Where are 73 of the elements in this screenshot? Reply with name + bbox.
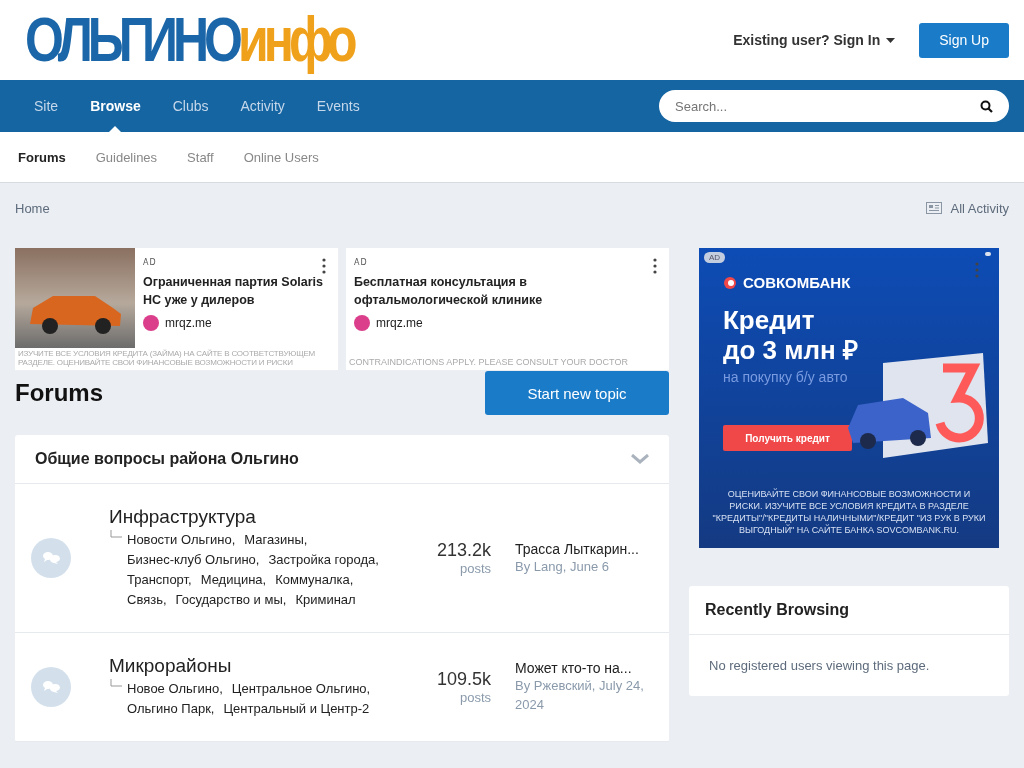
caret-icon [886, 37, 896, 43]
ad-subline: на покупку б/у авто [723, 369, 849, 385]
subforum-link[interactable]: Криминал [295, 590, 356, 610]
ad-domain: mrqz.me [165, 316, 212, 330]
forum-icon [31, 667, 71, 707]
site-logo[interactable]: ОЛЬГИНОинфо [25, 3, 353, 77]
forum-icon [31, 538, 71, 578]
bank-ad-banner[interactable] [699, 248, 999, 548]
ad-fine-print: ОЦЕНИВАЙТЕ СВОИ ФИНАНСОВЫЕ ВОЗМОЖНОСТИ И РИСКИ. ИЗУЧИТЕ ВСЕ УСЛОВИЯ КРЕДИТА В РАЗДЕЛЕ "КРЕДИТЫ"/"КРЕДИТЫ НАЛИЧНЫМИ"/КРЕДИТ "ИЗ РУК В РУКИ ВЫГОДНЫЙ" НА САЙТЕ БАНКА SOVCOMBANK.RU. [711, 488, 987, 536]
advertiser-logo-icon [354, 315, 370, 331]
newspaper-icon [926, 202, 943, 214]
empty-message: No registered users viewing this page. [708, 657, 931, 675]
sub-nav-tab[interactable]: Online Users [228, 149, 334, 165]
post-count: 109.5k [435, 669, 491, 690]
post-count: 213.2k [435, 540, 491, 561]
subforum-link[interactable]: Бизнес-клуб Ольгино, [127, 550, 260, 570]
more-options-icon[interactable] [653, 258, 657, 274]
ad-card[interactable]: AD Бесплатная консультация в офтальмологической клинике mrqz.me CONTRAINDICATIONS APPLY. PLEASE CONSULT YOUR DOCTOR [346, 248, 669, 370]
ad-title[interactable]: Ограниченная партия Solaris HC уже у дилеров [143, 273, 330, 309]
forum-title[interactable]: Микрорайоны [109, 655, 401, 677]
subforum-link[interactable]: Транспорт, [127, 570, 192, 590]
sub-nav-tab[interactable]: Staff [172, 149, 229, 165]
subforum-link[interactable]: Магазины, [244, 530, 308, 550]
page-title: Forums [15, 379, 103, 407]
ad-label: AD [704, 252, 726, 263]
post-count-label: posts [458, 561, 491, 576]
subforum-link[interactable]: Коммуналка, [275, 570, 354, 590]
bank-name: СОВКОМБАНК [743, 274, 851, 291]
subforum-link[interactable]: Ольгино Парк, [127, 699, 215, 719]
subforum-link[interactable]: Медицина, [200, 570, 267, 590]
sub-nav-tab[interactable]: Guidelines [80, 149, 173, 165]
subforum-link[interactable]: Застройка города, [268, 550, 379, 570]
sub-nav-tab[interactable]: Forums [3, 149, 81, 165]
ad-domain: mrqz.me [376, 316, 423, 330]
subforum-link[interactable]: Центральный и Центр-2 [223, 699, 370, 719]
last-post-author: By Ржевский, July 24, 2024 [515, 677, 645, 714]
ad-label: AD [354, 258, 368, 267]
sign-up-button[interactable]: Sign Up [919, 22, 1009, 58]
bank-logo-icon [723, 275, 737, 290]
last-post-title[interactable]: Может кто-то на... [515, 660, 655, 676]
subforum-link[interactable]: Центральное Ольгино, [231, 679, 371, 699]
subforum-link[interactable]: Связь, [127, 590, 167, 610]
ad-disclaimer: CONTRAINDICATIONS APPLY. PLEASE CONSULT YOUR DOCTOR [348, 356, 629, 369]
ad-card[interactable]: AD Ограниченная партия Solaris HC уже у дилеров mrqz.me ИЗУЧИТЕ ВСЕ УСЛОВИЯ КРЕДИТА (ЗАЙМА) НА САЙТЕ В СООТВЕТСТВУЮЩЕМ РАЗДЕЛЕ. ОЦЕНИВАЙТЕ СВОИ ФИНАНСОВЫЕ ВОЗМОЖНОСТИ И РИСКИ [15, 248, 338, 370]
tree-branch-icon [109, 679, 123, 689]
ad-title[interactable]: Бесплатная консультация в офтальмологической клинике [354, 273, 661, 309]
tree-branch-icon [109, 530, 123, 540]
sign-in-button[interactable]: Existing user? Sign In [727, 31, 902, 49]
nav-tab[interactable]: Site [18, 80, 75, 132]
last-post-author: By Lang, June 6 [515, 557, 610, 576]
category-title[interactable]: Общие вопросы района Ольгино [35, 450, 299, 468]
search-field[interactable]: Search... [659, 90, 1009, 122]
card-title: Recently Browsing [705, 601, 850, 619]
search-icon[interactable] [980, 100, 993, 113]
last-post-title[interactable]: Трасса Лыткарин... [515, 540, 655, 557]
nav-tab[interactable]: Activity [224, 80, 301, 132]
breadcrumb-link[interactable]: Home [15, 200, 50, 216]
subforum-link[interactable]: Новости Ольгино, [127, 530, 236, 550]
nav-tab[interactable]: Events [300, 80, 376, 132]
ad-headline: Кредит до 3 млн ₽ [723, 305, 859, 365]
get-credit-button[interactable]: Получить кредит [723, 425, 852, 451]
ad-label: AD [143, 258, 157, 267]
nav-tab[interactable]: Clubs [156, 80, 225, 132]
forum-title[interactable]: Инфраструктура [109, 506, 401, 528]
all-activity-link[interactable]: All Activity [950, 200, 1009, 216]
start-new-topic-button[interactable]: Start new topic [485, 371, 669, 415]
subforum-link[interactable]: Государство и мы, [175, 590, 287, 610]
ad-disclaimer: ИЗУЧИТЕ ВСЕ УСЛОВИЯ КРЕДИТА (ЗАЙМА) НА САЙТЕ В СООТВЕТСТВУЮЩЕМ РАЗДЕЛЕ. ОЦЕНИВАЙТЕ СВОИ ФИНАНСОВЫЕ ВОЗМОЖНОСТИ И РИСКИ [17, 348, 317, 369]
subforum-link[interactable]: Новое Ольгино, [127, 679, 223, 699]
post-count-label: posts [458, 690, 491, 705]
nav-tab[interactable]: Browse [74, 80, 157, 132]
advertiser-logo-icon [143, 315, 159, 331]
more-options-icon[interactable] [322, 258, 326, 274]
